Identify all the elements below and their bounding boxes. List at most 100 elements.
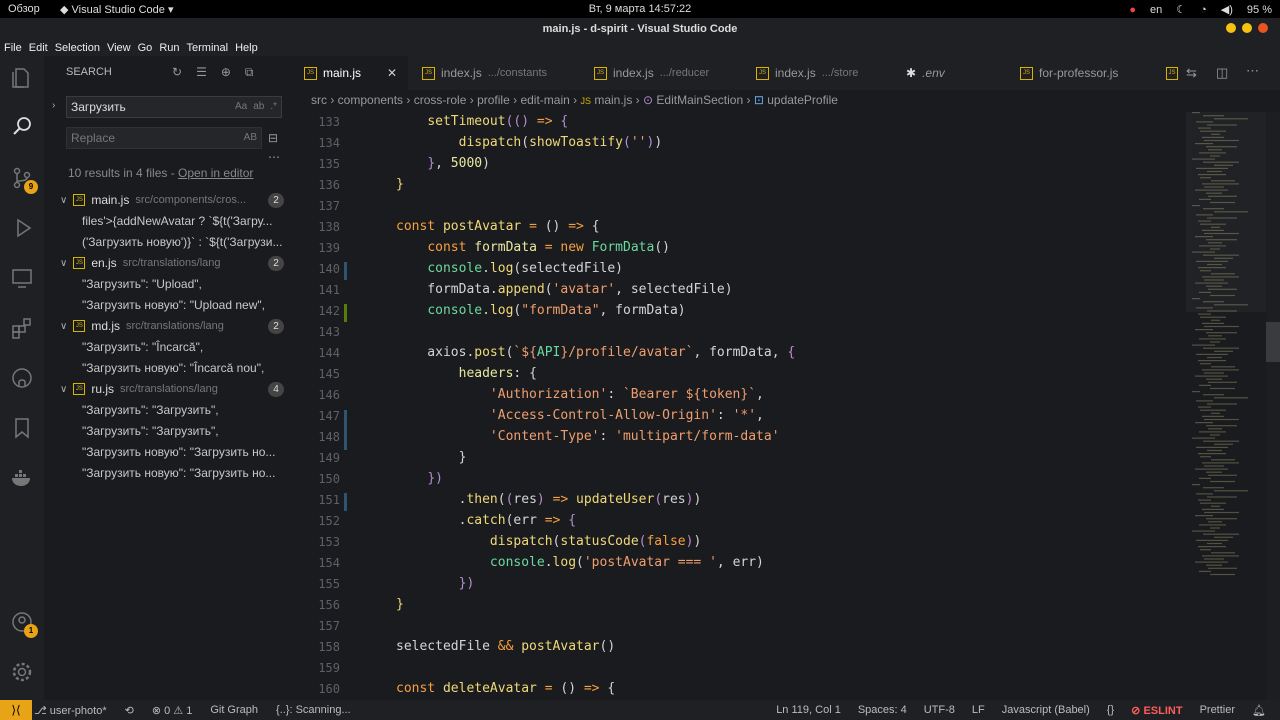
tab-for-professor[interactable]: JS for-professor.js	[1012, 56, 1160, 90]
prettier-status[interactable]: Prettier	[1200, 704, 1235, 717]
git-graph-button[interactable]: Git Graph	[210, 704, 258, 717]
minimap-line	[1203, 487, 1224, 489]
open-changes-icon[interactable]: ⇆	[1186, 65, 1197, 81]
split-editor-icon[interactable]: ◫	[1216, 65, 1228, 81]
preserve-case-icon[interactable]: AB	[244, 132, 257, 143]
maximize-button[interactable]	[1242, 23, 1252, 33]
more-actions-icon[interactable]: ⋯	[1246, 63, 1259, 79]
close-tab-icon[interactable]: ✕	[387, 66, 397, 80]
result-line[interactable]: "Загрузить новую": "Загрузить но...	[82, 445, 294, 459]
crumb[interactable]: components	[338, 93, 403, 107]
code-editor[interactable]: 133 134 135 136 137 138 139 140 141 142 143 144 145 1…	[296, 112, 1186, 700]
result-line[interactable]: "Загрузить": "Upload",	[82, 277, 294, 291]
result-file-ru-js[interactable]: ∨ JS ru.js src/translations/lang 4	[60, 382, 284, 397]
explorer-icon[interactable]	[10, 66, 34, 90]
menu-edit[interactable]: Edit	[29, 40, 48, 56]
open-in-editor-link[interactable]: Open in editor	[178, 166, 253, 180]
result-line[interactable]: "Загрузить новую": "Încarcă nou",	[82, 361, 294, 375]
scroll-thumb[interactable]	[1266, 322, 1280, 362]
toggle-replace-chevron-icon[interactable]: ›	[52, 100, 55, 111]
system-tray[interactable]: ● en ☾ ◔ ◀) 95 %	[1129, 3, 1272, 17]
docker-icon[interactable]	[10, 466, 34, 490]
settings-gear-icon[interactable]	[10, 660, 34, 684]
indentation[interactable]: Spaces: 4	[858, 704, 907, 717]
crumb[interactable]: EditMainSection	[656, 93, 743, 107]
menu-help[interactable]: Help	[235, 40, 258, 56]
extensions-icon[interactable]	[10, 316, 34, 340]
code-line: console.log(selectedFile)	[427, 261, 623, 276]
results-count: 10 results in 4 files -	[68, 166, 179, 180]
crumb[interactable]: updateProfile	[767, 93, 838, 107]
regex-icon[interactable]: .*	[270, 101, 277, 112]
result-line[interactable]: "Загрузить": "Încarcă",	[82, 340, 294, 354]
replace-all-icon[interactable]: ⊟	[268, 131, 278, 145]
run-debug-icon[interactable]	[10, 216, 34, 240]
minimap-line	[1202, 415, 1224, 417]
line-number: 140	[318, 262, 340, 276]
minimap-line	[1208, 567, 1237, 569]
editor-tabs: JS main.js ✕ JS index.js .../constants JS ind…	[296, 56, 1280, 90]
result-file-en-js[interactable]: ∨ JS en.js src/translations/lang 2	[60, 256, 284, 271]
minimap[interactable]	[1186, 112, 1266, 700]
branch-indicator[interactable]: ⎇ user-photo*	[34, 704, 107, 717]
more-options-icon[interactable]: ⋯	[268, 150, 280, 164]
result-line[interactable]: "Загрузить": "Загрузить",	[82, 424, 294, 438]
chrome-icon[interactable]: ●	[1129, 4, 1136, 16]
tab-main-js[interactable]: JS main.js ✕	[296, 56, 408, 90]
result-line[interactable]: ('Загрузить новую')}` : `${t('Загрузи...	[82, 235, 294, 249]
minimize-button[interactable]	[1226, 23, 1236, 33]
code-line: })	[458, 576, 475, 591]
result-line[interactable]: "Загрузить новую": "Upload new",	[82, 298, 294, 312]
menu-terminal[interactable]: Terminal	[187, 40, 229, 56]
refresh-icon[interactable]: ↻	[172, 65, 182, 80]
menu-selection[interactable]: Selection	[55, 40, 100, 56]
clock[interactable]: Вт, 9 марта 14:57:22	[0, 3, 1280, 15]
bookmarks-icon[interactable]	[10, 416, 34, 440]
result-line[interactable]: "Загрузить": "Загрузить",	[82, 403, 294, 417]
json-icon[interactable]: {}	[1107, 704, 1114, 717]
tab-overflow-js[interactable]: JS	[1158, 56, 1178, 90]
remote-explorer-icon[interactable]	[10, 266, 34, 290]
remote-indicator-icon[interactable]: ⟩⟨	[0, 700, 32, 720]
crumb[interactable]: cross-role	[414, 93, 467, 107]
notifications-bell-icon[interactable]: 🔔︎	[1252, 704, 1266, 717]
sync-icon[interactable]: ⟲	[125, 704, 134, 717]
new-search-editor-icon[interactable]: ⊕	[221, 65, 231, 80]
replace-input[interactable]: Replace AB	[66, 127, 262, 149]
result-file-main-js[interactable]: ∨ JS main.js src/components/cros... 2	[60, 193, 284, 208]
result-line[interactable]: "Загрузить новую": "Загрузить но...	[82, 466, 294, 480]
language-mode[interactable]: Javascript (Babel)	[1002, 704, 1090, 717]
tab-sub: .../store	[821, 67, 859, 79]
tab-index-store[interactable]: JS index.js .../store	[748, 56, 896, 90]
whole-word-icon[interactable]: ab	[253, 101, 264, 112]
language-indicator[interactable]: en	[1150, 4, 1162, 16]
crumb[interactable]: edit-main	[520, 93, 569, 107]
end-of-line[interactable]: LF	[972, 704, 985, 717]
search-icon[interactable]	[10, 114, 34, 138]
menu-go[interactable]: Go	[138, 40, 153, 56]
cursor-position[interactable]: Ln 119, Col 1	[776, 704, 841, 717]
minimap-line	[1195, 561, 1228, 563]
clear-results-icon[interactable]: ☰	[196, 65, 207, 80]
vertical-scrollbar[interactable]	[1266, 112, 1280, 700]
match-case-icon[interactable]: Aa	[235, 101, 247, 112]
problems-indicator[interactable]: ⊗ 0 ⚠ 1	[152, 704, 192, 717]
tab-env[interactable]: ✱ .env	[898, 56, 1008, 90]
encoding[interactable]: UTF-8	[924, 704, 955, 717]
collapse-all-icon[interactable]: ⧉	[245, 65, 254, 80]
close-button[interactable]	[1258, 23, 1268, 33]
file-name: md.js	[91, 319, 120, 333]
result-file-md-js[interactable]: ∨ JS md.js src/translations/lang 2	[60, 319, 284, 334]
result-line[interactable]: files'>{addNewAvatar ? `${t('Загру...	[82, 214, 294, 228]
menu-run[interactable]: Run	[159, 40, 179, 56]
github-icon[interactable]	[10, 366, 34, 390]
search-input[interactable]: Загрузить Aa ab .*	[66, 96, 282, 118]
menu-file[interactable]: File	[4, 40, 22, 56]
tab-index-reducer[interactable]: JS index.js .../reducer	[586, 56, 744, 90]
crumb[interactable]: main.js	[594, 93, 632, 107]
crumb[interactable]: src	[311, 93, 327, 107]
tab-index-constants[interactable]: JS index.js .../constants	[414, 56, 582, 90]
eslint-status[interactable]: ⊘ ESLINT	[1131, 704, 1182, 717]
crumb[interactable]: profile	[477, 93, 510, 107]
menu-view[interactable]: View	[107, 40, 131, 56]
